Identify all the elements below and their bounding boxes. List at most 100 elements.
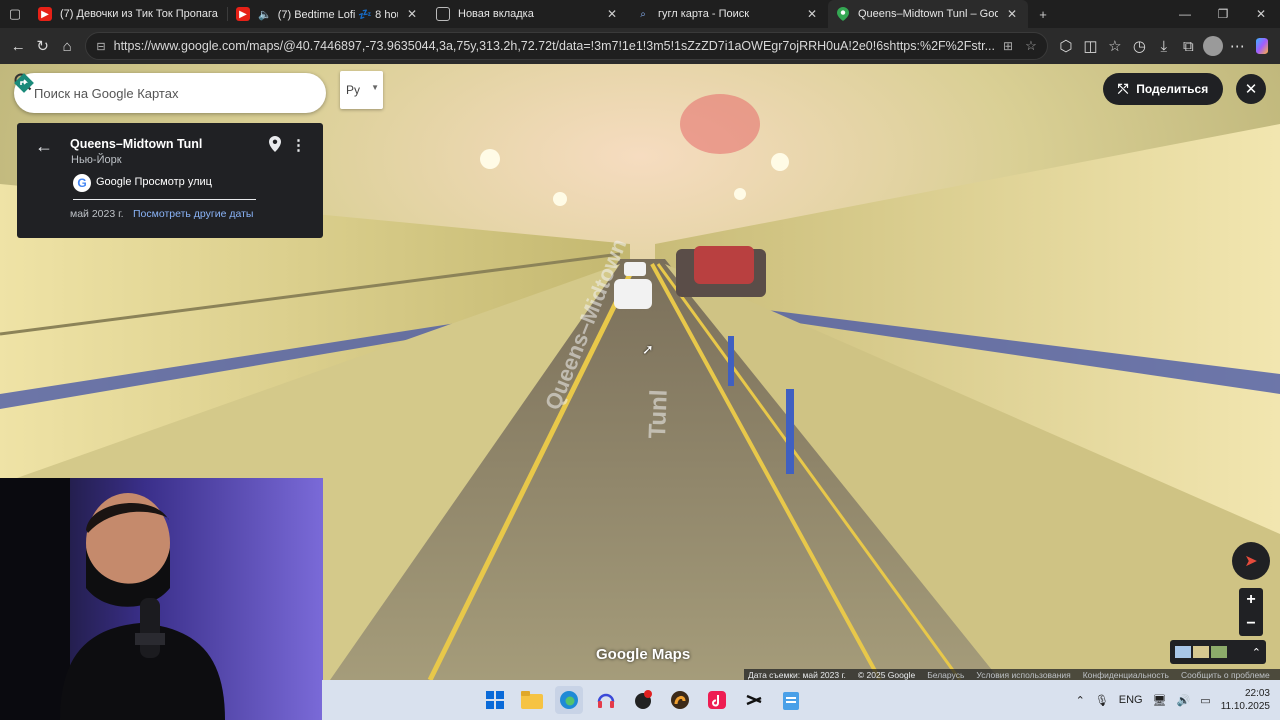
road-label: Tunl [644,389,673,439]
country-link[interactable]: Беларусь [927,670,964,680]
network-icon[interactable]: 🖥 [1153,694,1167,707]
address-bar[interactable]: ⊟ https://www.google.com/maps/@40.744689… [85,32,1048,60]
profile-avatar[interactable] [1201,31,1225,61]
app-available-icon[interactable]: ⊞ [1003,39,1013,53]
new-tab-button[interactable]: + [1028,0,1058,28]
url-text[interactable]: https://www.google.com/maps/@40.7446897,… [114,39,995,53]
extensions-icon[interactable]: ⬡ [1054,31,1078,61]
close-tab-icon[interactable]: ✕ [804,7,820,21]
youtube-icon: ▶ [236,7,250,21]
google-maps-icon [836,7,850,21]
share-icon: ⤲ [1117,81,1129,96]
back-icon[interactable]: ← [6,31,30,61]
map-thumbnail[interactable] [1211,646,1227,658]
app-icon[interactable] [629,686,657,714]
tiktok-icon[interactable] [703,686,731,714]
chevron-down-icon: ▼ [371,83,379,92]
webcam-overlay [0,478,323,720]
copyright-text: © 2025 Google [857,669,916,680]
more-options-icon[interactable]: ⋯ [1225,31,1249,61]
mouse-cursor-icon: ➚ [642,341,654,357]
capture-date-footer: Дата съемки: май 2023 г. [748,669,846,680]
webcam-feed [0,478,323,720]
zoom-in-button[interactable]: + [1239,588,1263,612]
maps-footer: Дата съемки: май 2023 г. © 2025 Google Б… [744,669,1280,680]
site-info-icon[interactable]: ⊟ [96,40,105,53]
back-arrow-icon[interactable]: ← [35,136,53,157]
split-screen-icon[interactable]: ◫ [1078,31,1102,61]
close-tab-icon[interactable]: ✕ [604,7,620,21]
window-close-icon[interactable]: ✕ [1242,0,1280,28]
file-explorer-icon[interactable] [518,686,546,714]
system-tray: ⌃ 🎙 ENG 🖥 🔊 ▭ 22:03 11.10.2025 [1076,680,1280,720]
battery-icon[interactable]: ▭ [1200,694,1210,707]
show-hidden-icons-icon[interactable]: ⌃ [1076,694,1085,707]
share-label: Поделиться [1136,82,1209,96]
screenshot-icon[interactable]: ⧉ [1176,31,1200,61]
notepad-icon[interactable] [777,686,805,714]
search-icon[interactable] [14,73,278,106]
browser-tab[interactable]: ⌕ гугл карта - Поиск ✕ [628,0,828,28]
downloads-icon[interactable]: ⤓ [1152,31,1176,61]
language-label: Ру [346,83,361,97]
game-app-icon[interactable] [666,686,694,714]
directions-icon[interactable] [14,73,312,106]
close-tab-icon[interactable]: ✕ [1004,7,1020,21]
new-tab-icon [436,7,450,21]
edge-browser-icon[interactable] [554,686,583,714]
reload-icon[interactable]: ↻ [30,31,54,61]
browser-tab-strip: ▢ ▶ (7) Девочки из Тик Ток Пропага ▶ 🔈 (… [0,0,1280,28]
tab-title: Queens–Midtown Tunl – Google M [858,8,998,20]
windows-start-icon[interactable] [481,686,509,714]
search-input[interactable] [34,85,238,101]
map-thumbnail[interactable] [1175,646,1191,658]
map-thumbnail[interactable] [1193,646,1209,658]
google-maps-watermark: Google Maps [596,646,691,663]
other-dates-link[interactable]: Посмотреть другие даты [133,208,253,220]
tab-title: (7) Девочки из Тик Ток Пропага [60,8,218,20]
divider [73,199,256,200]
browser-toolbar: ← ↻ ⌂ ⊟ https://www.google.com/maps/@40.… [0,28,1280,64]
browser-tab-active[interactable]: Queens–Midtown Tunl – Google M ✕ [828,0,1028,28]
search-icon: ⌕ [640,8,646,20]
maximize-icon[interactable]: ❐ [1204,0,1242,28]
language-select[interactable]: Ру ▼ [340,71,383,109]
copilot-icon[interactable] [1249,31,1273,61]
minimap-control[interactable]: ⌃ [1170,640,1266,664]
terms-link[interactable]: Условия использования [976,670,1070,680]
more-vert-icon[interactable]: ⋮ [291,136,306,154]
google-g-icon: G [73,174,91,192]
volume-icon[interactable]: 🔊 [1177,694,1191,707]
close-street-view-button[interactable]: ✕ [1236,74,1266,104]
browser-tab[interactable]: ▶ 🔈 (7) Bedtime Lofi 💤 8 hours ✕ [228,0,428,28]
tab-title: (7) Bedtime Lofi 💤 8 hours [277,8,398,21]
minimize-icon[interactable]: — [1166,0,1204,28]
browser-tab[interactable]: Новая вкладка ✕ [428,0,628,28]
compass-icon[interactable]: ➤ [1232,542,1270,580]
browser-tab[interactable]: ▶ (7) Девочки из Тик Ток Пропага [30,0,228,28]
close-tab-icon[interactable]: ✕ [404,7,420,21]
share-button[interactable]: ⤲ Поделиться [1103,73,1223,105]
street-view-info-card: ← Queens–Midtown Tunl Нью-Йорк ⋮ G Googl… [17,123,323,238]
history-icon[interactable]: ◷ [1127,31,1151,61]
street-view-label: Google Просмотр улиц [96,176,212,188]
report-link[interactable]: Сообщить о проблеме [1181,670,1270,680]
clock-time: 22:03 [1244,688,1270,699]
zoom-out-button[interactable]: − [1239,612,1263,636]
home-icon[interactable]: ⌂ [55,31,79,61]
tab-actions-icon[interactable]: ▢ [0,0,30,28]
privacy-link[interactable]: Конфиденциальность [1083,670,1169,680]
favorite-star-icon[interactable]: ☆ [1025,38,1037,54]
expand-icon[interactable]: ⌃ [1252,646,1261,659]
microphone-icon[interactable]: 🎙 [1095,694,1109,707]
capture-date: май 2023 г. [70,208,124,220]
windows-taskbar: ⌃ 🎙 ENG 🖥 🔊 ▭ 22:03 11.10.2025 [322,680,1280,720]
tab-title: гугл карта - Поиск [658,8,750,20]
headphones-app-icon[interactable] [592,686,620,714]
taskbar-clock[interactable]: 22:03 11.10.2025 [1221,687,1270,713]
favorites-icon[interactable]: ☆ [1103,31,1127,61]
capcut-icon[interactable] [740,686,768,714]
speaker-icon[interactable]: 🔈 [258,8,272,21]
input-language[interactable]: ENG [1119,694,1143,706]
youtube-icon: ▶ [38,7,52,21]
